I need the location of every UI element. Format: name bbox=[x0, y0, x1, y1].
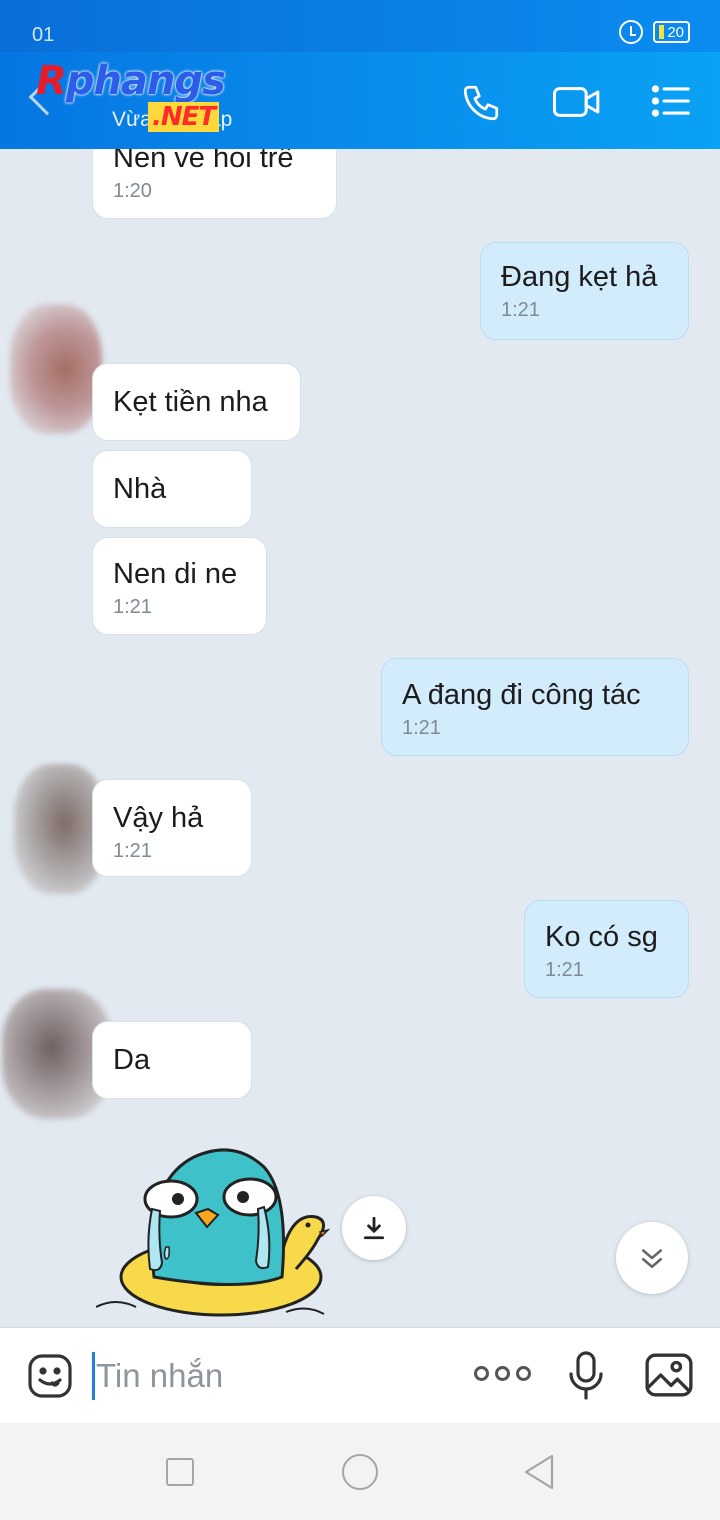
logo-text: phangs bbox=[65, 58, 226, 104]
status-bar: 01 20 bbox=[0, 0, 720, 52]
mic-icon[interactable] bbox=[566, 1350, 606, 1402]
message-text: Vậy hả bbox=[113, 802, 204, 834]
phone-icon[interactable] bbox=[460, 82, 502, 124]
message-text: Da bbox=[113, 1044, 151, 1076]
download-icon bbox=[363, 1216, 385, 1240]
system-nav-bar bbox=[0, 1423, 720, 1520]
message-time: 1:21 bbox=[113, 596, 152, 618]
status-time: 01 bbox=[32, 24, 55, 46]
message-bubble-incoming[interactable]: Nen di ne 1:21 bbox=[92, 537, 267, 635]
message-text: A đang đi công tác bbox=[402, 679, 641, 711]
battery-percent: 20 bbox=[667, 23, 684, 41]
message-time: 1:21 bbox=[402, 717, 441, 739]
message-bubble-outgoing[interactable]: Đang kẹt hả 1:21 bbox=[480, 242, 689, 340]
message-text: Đang kẹt hả bbox=[501, 261, 658, 293]
message-bubble-incoming[interactable]: Nhà bbox=[92, 450, 252, 528]
message-time: 1:21 bbox=[501, 299, 540, 321]
message-bubble-incoming[interactable]: Da bbox=[92, 1021, 252, 1099]
scroll-to-bottom-button[interactable] bbox=[616, 1222, 688, 1294]
message-bubble-outgoing[interactable]: Ko có sg 1:21 bbox=[524, 900, 689, 998]
home-icon[interactable] bbox=[342, 1454, 378, 1490]
contact-avatar[interactable] bbox=[10, 304, 102, 434]
watermark-logo: Rphangs bbox=[36, 58, 226, 104]
nav-back-icon[interactable] bbox=[522, 1453, 556, 1491]
logo-net: .NET bbox=[148, 102, 220, 132]
scroll-down-icon bbox=[642, 1249, 662, 1268]
battery-indicator: 20 bbox=[653, 21, 690, 43]
message-input[interactable] bbox=[96, 1350, 456, 1402]
message-text: Nhà bbox=[113, 473, 167, 505]
chat-header: Rphangs Vừa truy cập .NET bbox=[0, 52, 720, 149]
download-button[interactable] bbox=[342, 1196, 406, 1260]
message-list[interactable]: Nen ve hoi trê 1:20 Đang kẹt hả 1:21 Kẹt… bbox=[0, 149, 720, 1327]
status-icons: 20 bbox=[619, 20, 690, 44]
video-call-icon[interactable] bbox=[552, 82, 602, 122]
more-dot bbox=[495, 1366, 510, 1381]
emoji-icon[interactable] bbox=[26, 1352, 74, 1400]
message-bubble-incoming[interactable]: Vậy hả 1:21 bbox=[92, 779, 252, 877]
text-cursor bbox=[92, 1352, 95, 1400]
message-bubble-outgoing[interactable]: A đang đi công tác 1:21 bbox=[381, 658, 689, 756]
message-text: Nen ve hoi trê bbox=[113, 149, 294, 174]
more-icon[interactable] bbox=[474, 1366, 531, 1381]
message-bubble-incoming[interactable]: Nen ve hoi trê 1:20 bbox=[92, 149, 337, 219]
more-dot bbox=[516, 1366, 531, 1381]
more-dot bbox=[474, 1366, 489, 1381]
message-text: Ko có sg bbox=[545, 921, 658, 953]
image-icon[interactable] bbox=[644, 1352, 694, 1398]
message-bubble-incoming[interactable]: Kẹt tiền nha bbox=[92, 363, 301, 441]
crying-bird-sticker[interactable] bbox=[96, 1127, 336, 1327]
message-text: Kẹt tiền nha bbox=[113, 386, 268, 418]
message-time: 1:20 bbox=[113, 180, 152, 202]
message-time: 1:21 bbox=[545, 959, 584, 981]
logo-r: R bbox=[36, 58, 67, 104]
battery-level-icon bbox=[659, 25, 665, 39]
message-text: Nen di ne bbox=[113, 558, 238, 590]
alarm-icon bbox=[619, 20, 644, 44]
composer-bar bbox=[0, 1327, 720, 1423]
menu-icon[interactable] bbox=[650, 82, 692, 120]
message-time: 1:21 bbox=[113, 840, 152, 862]
recents-icon[interactable] bbox=[166, 1458, 194, 1486]
